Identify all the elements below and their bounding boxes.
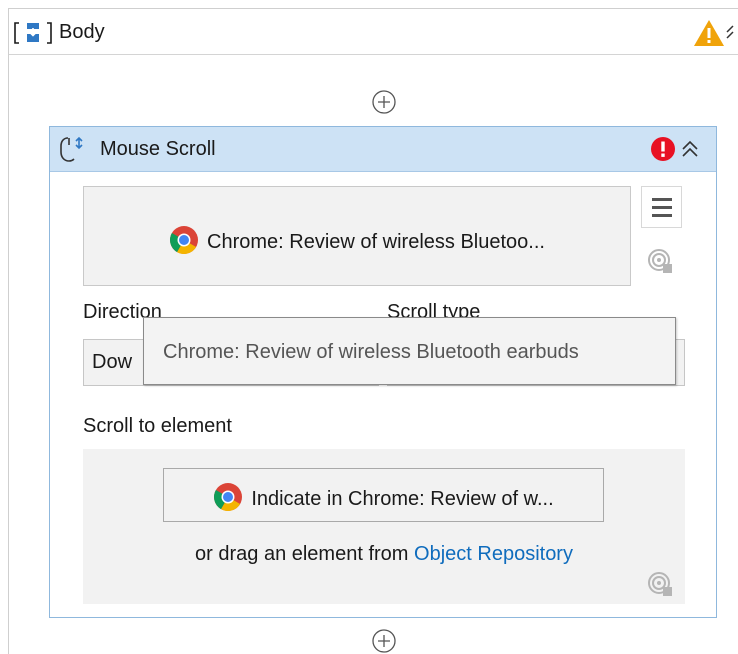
drag-prefix: or drag an element from <box>195 543 409 565</box>
hamburger-menu-icon <box>652 198 672 217</box>
direction-value: Dow <box>92 351 133 373</box>
sequence-icon <box>14 22 52 44</box>
error-icon[interactable] <box>650 136 676 162</box>
add-activity-top-plus-icon[interactable] <box>371 89 397 115</box>
scroll-to-element-label: Scroll to element <box>83 415 232 437</box>
mouse-scroll-header[interactable]: Mouse Scroll <box>50 127 716 172</box>
mouse-scroll-icon <box>60 136 83 162</box>
warning-icon[interactable] <box>693 19 725 47</box>
target-label: Chrome: Review of wireless Bluetoo... <box>207 231 545 253</box>
drag-hint: or drag an element from Object Repositor… <box>83 543 685 566</box>
target-icon[interactable] <box>646 247 674 275</box>
target-element-box[interactable]: Chrome: Review of wireless Bluetoo... <box>83 186 631 286</box>
chrome-icon <box>214 483 243 511</box>
target-tooltip: Chrome: Review of wireless Bluetooth ear… <box>143 317 676 385</box>
tooltip-text: Chrome: Review of wireless Bluetooth ear… <box>163 341 579 363</box>
target-icon[interactable] <box>646 570 674 598</box>
collapse-icon[interactable] <box>678 138 702 160</box>
scroll-to-element-area[interactable]: Indicate in Chrome: Review of w... or dr… <box>83 449 685 604</box>
add-activity-bottom-plus-icon[interactable] <box>371 628 397 654</box>
body-title: Body <box>59 21 105 43</box>
collapse-icon[interactable] <box>725 23 738 43</box>
object-repository-link[interactable]: Object Repository <box>414 543 573 565</box>
chrome-icon <box>170 226 199 254</box>
mouse-scroll-title: Mouse Scroll <box>100 138 216 160</box>
indicate-element-button[interactable]: Indicate in Chrome: Review of w... <box>163 468 604 522</box>
indicate-label: Indicate in Chrome: Review of w... <box>251 488 554 510</box>
options-menu-button[interactable] <box>641 186 682 228</box>
body-header[interactable]: Body <box>9 9 738 55</box>
